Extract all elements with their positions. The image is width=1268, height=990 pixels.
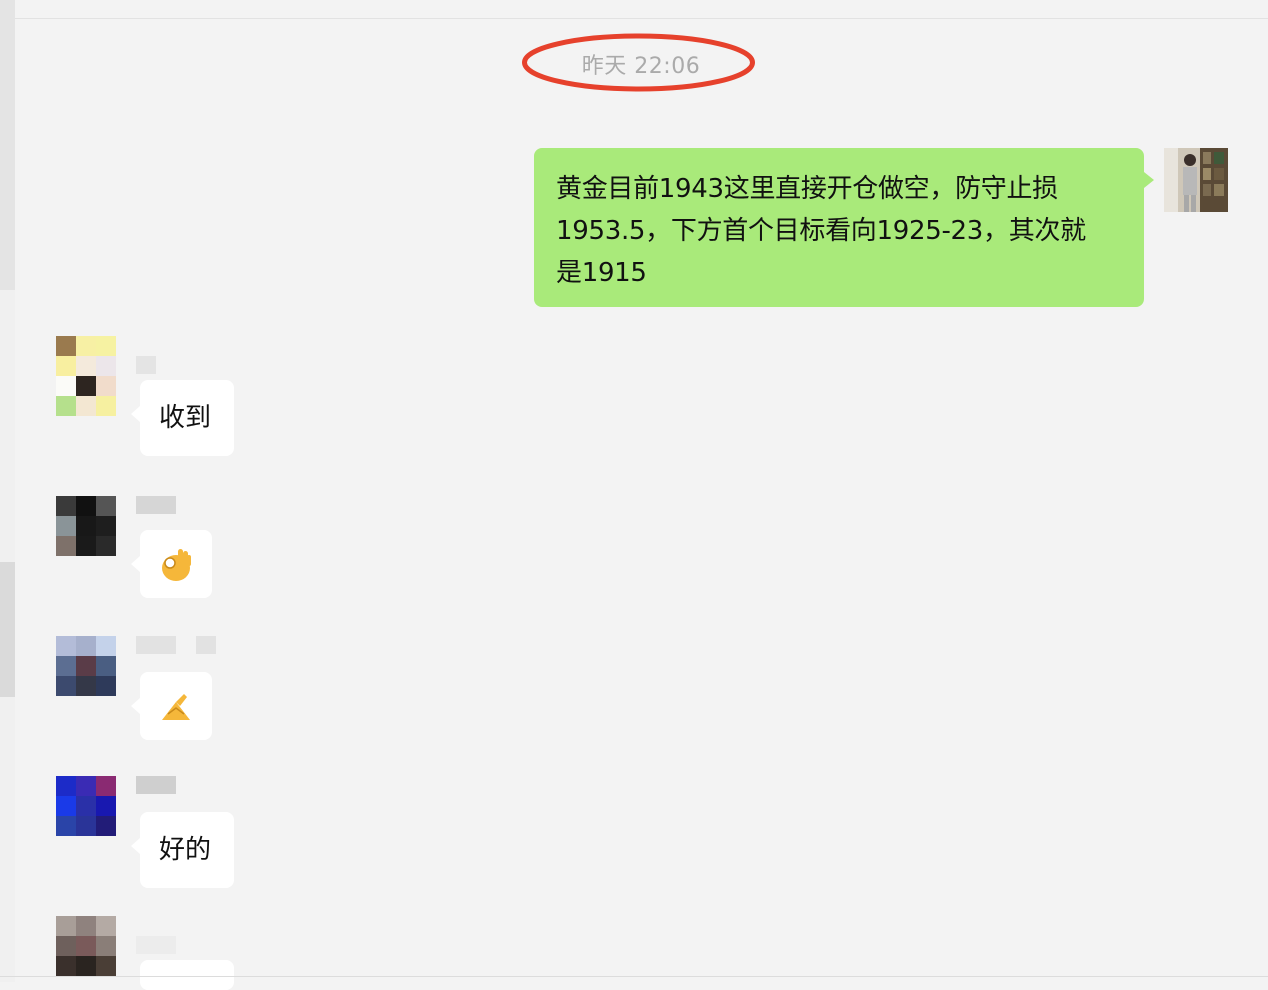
message-timestamp: 昨天 22:06 — [581, 54, 701, 79]
sender-name — [136, 496, 176, 514]
contact-avatar[interactable] — [56, 496, 116, 556]
avatar-photo — [1164, 148, 1228, 212]
sender-name — [136, 636, 176, 654]
bubble-tail — [131, 556, 140, 572]
input-divider — [0, 976, 1268, 977]
contact-avatar[interactable] — [56, 776, 116, 836]
bubble-tail — [1144, 172, 1154, 188]
incoming-message-bubble[interactable] — [140, 960, 234, 990]
self-avatar[interactable] — [1164, 148, 1228, 212]
sender-name — [136, 776, 176, 794]
contact-avatar[interactable] — [56, 636, 116, 696]
contact-avatar[interactable] — [56, 916, 116, 976]
left-edge — [0, 0, 15, 982]
incoming-emoji-bubble[interactable] — [131, 672, 212, 740]
message-line: 是1915 — [556, 258, 647, 288]
outgoing-message-bubble[interactable]: 黄金目前1943这里直接开仓做空，防守止损 1953.5，下方首个目标看向192… — [534, 148, 1154, 307]
contact-avatar-row — [56, 396, 116, 416]
left-edge-strip — [0, 562, 15, 697]
ok-hand-icon — [162, 549, 191, 581]
pinching-hand-icon — [162, 694, 190, 720]
message-text: 收到 — [159, 403, 212, 433]
divider — [15, 18, 1268, 19]
message-line: 黄金目前1943这里直接开仓做空，防守止损 — [556, 174, 1058, 204]
incoming-emoji-bubble[interactable] — [131, 530, 212, 598]
bubble-tail — [131, 838, 140, 854]
bubble-tail — [131, 698, 140, 714]
sender-name — [136, 356, 156, 374]
message-line: 1953.5，下方首个目标看向1925-23，其次就 — [556, 216, 1086, 246]
sender-name — [136, 936, 176, 954]
message-text: 好的 — [159, 835, 212, 865]
incoming-message-bubble[interactable]: 收到 — [131, 380, 234, 456]
incoming-message-bubble[interactable]: 好的 — [131, 812, 234, 888]
bubble-tail — [131, 406, 140, 422]
chat-area[interactable]: 昨天 22:06 黄金目前1943这里直接开仓做空，防守止损 1953.5，下方… — [0, 0, 1268, 990]
sender-name — [196, 636, 216, 654]
contact-avatar[interactable] — [56, 336, 116, 396]
left-edge-strip — [0, 0, 15, 290]
